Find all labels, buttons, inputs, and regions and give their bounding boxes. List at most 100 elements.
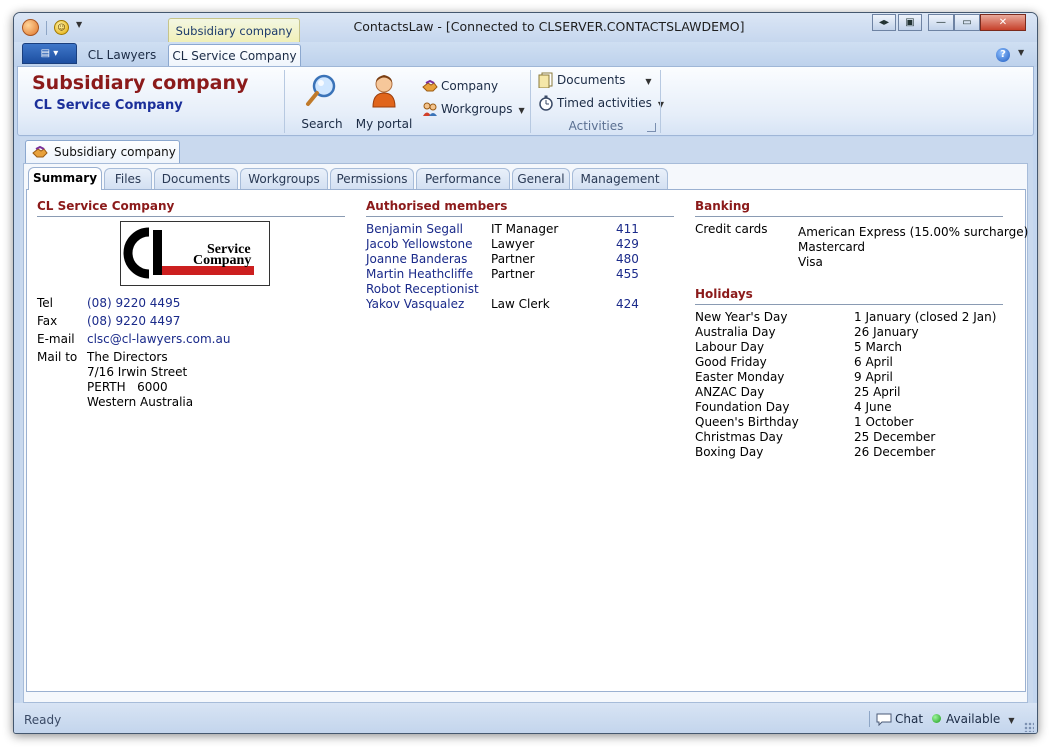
member-extension: 429	[616, 237, 639, 251]
tab-general[interactable]: General	[512, 168, 570, 189]
smiley-icon[interactable]: ☺	[54, 20, 69, 35]
holidays-heading: Holidays	[695, 286, 1003, 305]
member-extension: 480	[616, 252, 639, 266]
holiday-name: New Year's Day	[695, 310, 788, 324]
chat-button[interactable]: Chat	[876, 712, 923, 727]
chat-label: Chat	[895, 712, 924, 726]
member-role: Law Clerk	[491, 297, 550, 311]
documents-button[interactable]: Documents ▼	[538, 70, 652, 90]
member-name[interactable]: Robot Receptionist	[366, 282, 479, 296]
documents-icon	[538, 72, 553, 88]
help-icon[interactable]: ?	[996, 48, 1010, 62]
tab-performance[interactable]: Performance	[416, 168, 510, 189]
member-role: Lawyer	[491, 237, 535, 251]
app-window: ☺ ▼ Subsidiary company ContactsLaw - [Co…	[13, 12, 1038, 734]
stopwatch-icon	[539, 95, 553, 111]
workgroups-button-label: Workgroups	[441, 102, 513, 116]
app-menu-icon[interactable]	[22, 19, 39, 36]
company-button[interactable]: Company	[422, 76, 498, 96]
help-dropdown-icon[interactable]: ▼	[1018, 48, 1024, 57]
quick-access-dropdown-icon[interactable]: ▼	[76, 20, 82, 29]
holiday-date: 25 December	[854, 430, 936, 444]
member-extension: 411	[616, 222, 639, 236]
page-subtitle: CL Service Company	[34, 98, 183, 113]
member-name[interactable]: Martin Heathcliffe	[366, 267, 473, 281]
member-name[interactable]: Benjamin Segall	[366, 222, 463, 236]
holiday-date: 4 June	[854, 400, 892, 414]
email-link[interactable]: clsc@cl-lawyers.com.au	[87, 332, 230, 346]
availability-dropdown-icon[interactable]: ▼	[1008, 716, 1014, 725]
tel-label: Tel	[37, 296, 54, 310]
credit-cards-label: Credit cards	[695, 222, 768, 236]
mail-line: PERTH 6000	[87, 380, 168, 394]
tab-files[interactable]: Files	[104, 168, 152, 189]
document-tab[interactable]: Subsidiary company	[25, 140, 180, 164]
holiday-name: Foundation Day	[695, 400, 790, 414]
search-icon	[306, 74, 336, 106]
holiday-date: 1 January (closed 2 Jan)	[854, 310, 997, 324]
title-bar: ☺ ▼ Subsidiary company ContactsLaw - [Co…	[14, 13, 1037, 42]
member-name[interactable]: Yakov Vasqualez	[366, 297, 464, 311]
banking-heading: Banking	[695, 198, 1003, 217]
member-extension: 424	[616, 297, 639, 311]
ribbon-panel: Subsidiary company CL Service Company Se…	[17, 66, 1034, 136]
resize-grip[interactable]	[1024, 722, 1034, 732]
holiday-date: 1 October	[854, 415, 914, 429]
ribbon-separator	[660, 70, 661, 133]
timed-activities-button[interactable]: Timed activities▼	[538, 93, 664, 113]
holiday-name: Labour Day	[695, 340, 765, 354]
member-name[interactable]: Joanne Banderas	[366, 252, 467, 266]
holiday-name: Australia Day	[695, 325, 776, 339]
person-icon	[372, 75, 396, 108]
company-heading: CL Service Company	[37, 198, 345, 217]
holiday-date: 26 January	[854, 325, 919, 339]
search-button-label: Search	[301, 117, 343, 131]
maximize-button[interactable]: ▭	[954, 14, 980, 31]
holiday-date: 25 April	[854, 385, 901, 399]
ribbon-separator	[530, 70, 531, 133]
file-menu-button[interactable]: ▤ ▾	[22, 43, 77, 64]
holiday-name: Easter Monday	[695, 370, 785, 384]
mail-line: Western Australia	[87, 395, 194, 409]
minimize-button[interactable]: —	[928, 14, 954, 31]
dialog-launcher-icon[interactable]	[647, 123, 656, 132]
holiday-date: 5 March	[854, 340, 903, 354]
company-button-label: Company	[441, 79, 499, 93]
member-role: Partner	[491, 267, 535, 281]
context-tab-label: Subsidiary company	[168, 18, 300, 42]
tab-cl-service-company[interactable]: CL Service Company	[168, 44, 301, 67]
switch-window-button[interactable]: ◂▸	[872, 14, 896, 31]
holiday-date: 9 April	[854, 370, 893, 384]
workgroups-button[interactable]: Workgroups ▼	[422, 99, 525, 119]
tab-workgroups[interactable]: Workgroups	[240, 168, 328, 189]
availability-label: Available	[946, 712, 1001, 726]
restore-panel-button[interactable]: ▣	[898, 14, 922, 31]
tab-documents[interactable]: Documents	[154, 168, 238, 189]
tab-management[interactable]: Management	[572, 168, 668, 189]
workgroups-dropdown-icon[interactable]: ▼	[519, 106, 525, 115]
activities-group-label: Activities	[568, 119, 624, 133]
quick-access-separator	[46, 21, 47, 35]
timed-activities-button-label: Timed activities	[557, 96, 652, 110]
tab-summary[interactable]: Summary	[28, 167, 102, 190]
close-button[interactable]: ✕	[980, 14, 1026, 31]
availability-status[interactable]: Available ▼	[932, 712, 1014, 726]
my-portal-button[interactable]: My portal	[355, 71, 413, 133]
mail-line: 7/16 Irwin Street	[87, 365, 188, 379]
fax-value[interactable]: (08) 9220 4497	[87, 314, 180, 328]
holiday-date: 26 December	[854, 445, 936, 459]
ribbon-separator	[284, 70, 285, 133]
tab-cl-lawyers[interactable]: CL Lawyers	[82, 44, 162, 67]
members-heading: Authorised members	[366, 198, 674, 217]
documents-dropdown-icon[interactable]: ▼	[645, 77, 651, 86]
member-name[interactable]: Jacob Yellowstone	[366, 237, 473, 251]
member-extension: 455	[616, 267, 639, 281]
tel-value[interactable]: (08) 9220 4495	[87, 296, 180, 310]
member-role: IT Manager	[491, 222, 559, 236]
search-button[interactable]: Search	[294, 71, 350, 133]
member-role: Partner	[491, 252, 535, 266]
status-separator	[869, 711, 870, 727]
logo-text-company: Company	[193, 253, 251, 268]
tab-permissions[interactable]: Permissions	[330, 168, 414, 189]
window-title: ContactsLaw - [Connected to CLSERVER.CON…	[353, 19, 745, 34]
